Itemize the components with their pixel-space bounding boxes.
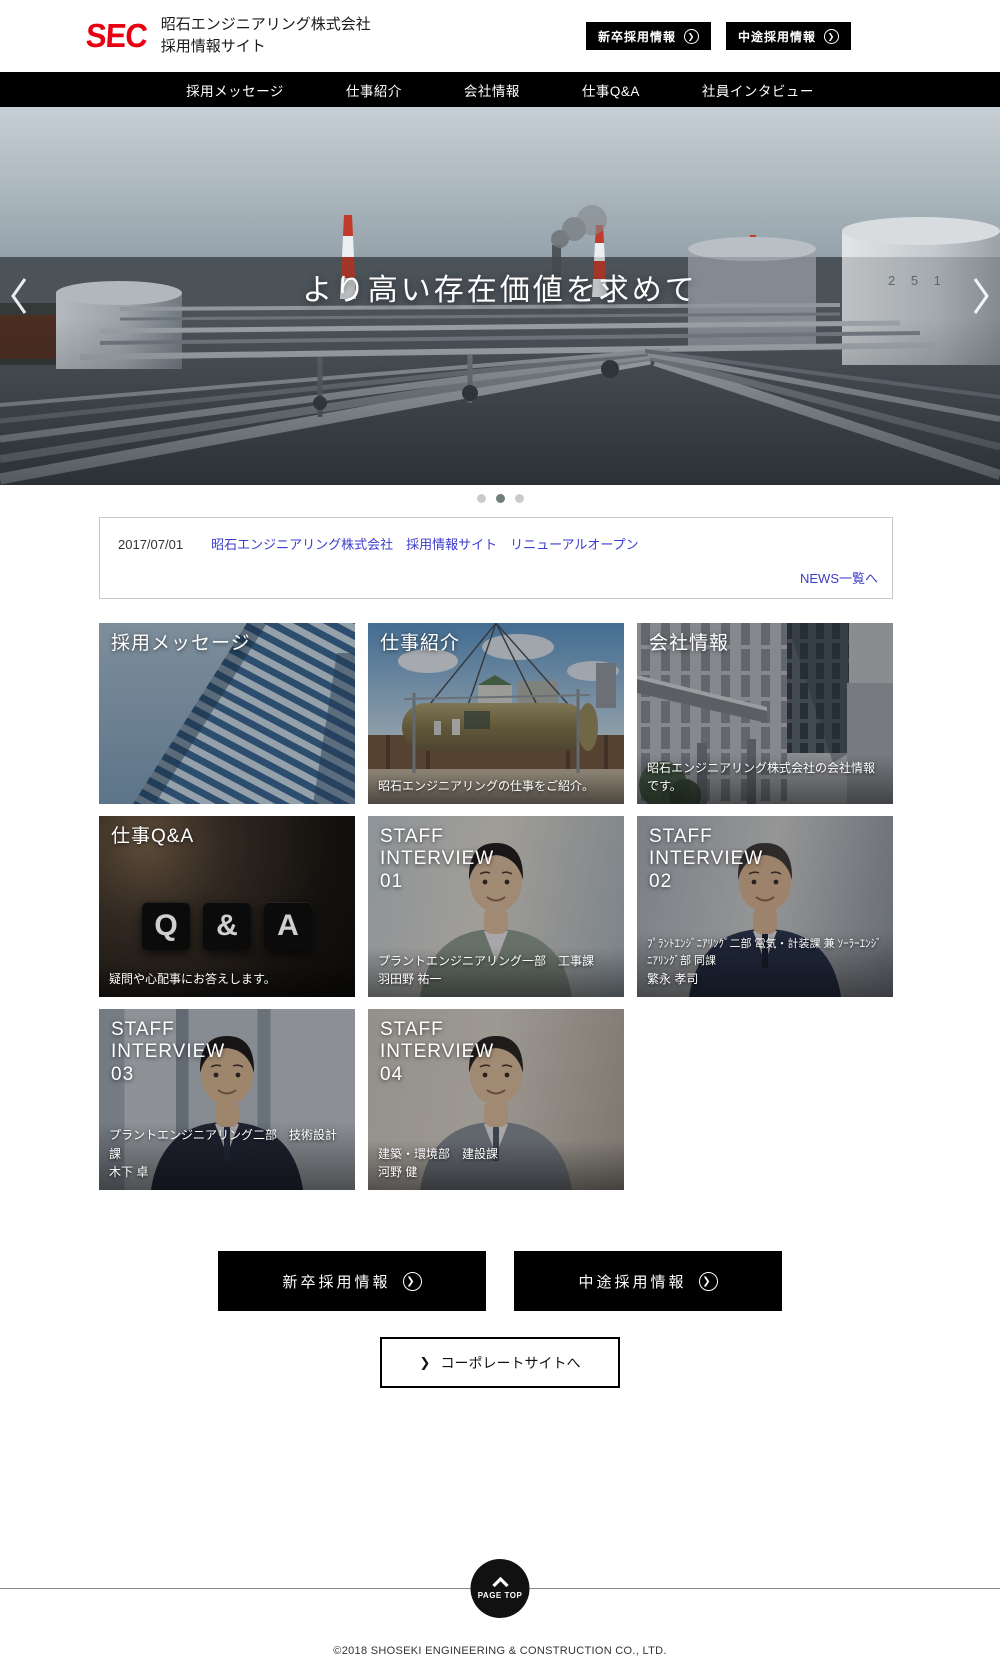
staff-title-line2: INTERVIEW xyxy=(111,1041,226,1063)
site-header: SEC 昭石エンジニアリング株式会社 採用情報サイト 新卒採用情報 ❯ 中途採用… xyxy=(0,0,1000,72)
site-title-line1: 昭石エンジニアリング株式会社 xyxy=(160,16,371,34)
site-title-line2: 採用情報サイト xyxy=(160,38,266,55)
nav-item-company-info[interactable]: 会社情報 xyxy=(464,80,520,100)
carousel-dot-1[interactable] xyxy=(476,494,486,503)
carousel-dot-2-active[interactable] xyxy=(495,494,505,503)
circle-arrow-icon: ❯ xyxy=(698,1271,718,1291)
card-recruit-message[interactable]: 採用メッセージ xyxy=(99,623,355,804)
hero-carousel: 2 5 1 より高い存在価値を求めて xyxy=(0,107,1000,485)
card-title: STAFF INTERVIEW 04 xyxy=(380,1019,494,1086)
staff-name: 羽田野 祐一 xyxy=(378,972,442,987)
circle-arrow-icon: ❯ xyxy=(402,1271,422,1291)
card-caption: 疑問や心配事にお答えします。 xyxy=(99,965,355,997)
news-date: 2017/07/01 xyxy=(118,537,184,552)
header-cta-group: 新卒採用情報 ❯ 中途採用情報 ❯ xyxy=(585,22,851,50)
staff-department: プラントエンジニアリング一部 工事課 xyxy=(378,953,595,968)
card-title: STAFF INTERVIEW 01 xyxy=(380,826,494,893)
card-caption-text: 昭石エンジニアリング株式会社の会社情報です。 xyxy=(647,760,876,794)
card-title: 採用メッセージ xyxy=(111,633,251,654)
card-company-info[interactable]: 会社情報 昭石エンジニアリング株式会社の会社情報です。 xyxy=(637,623,893,804)
staff-name: 河野 健 xyxy=(378,1165,418,1180)
carousel-next-arrow-icon[interactable] xyxy=(968,272,994,320)
corporate-site-button[interactable]: ❯ コーポレートサイトへ xyxy=(380,1337,620,1388)
card-title: 仕事Q&A xyxy=(111,826,195,847)
card-job-qa[interactable]: Q & A 仕事Q&A 疑問や心配事にお答えします。 xyxy=(99,816,355,997)
corporate-link-row: ❯ コーポレートサイトへ xyxy=(0,1337,1000,1388)
corporate-site-label: コーポレートサイトへ xyxy=(440,1354,581,1371)
hero-slogan: より高い存在価値を求めて xyxy=(302,274,698,307)
card-staff-interview-02[interactable]: STAFF INTERVIEW 02 ﾌﾟﾗﾝﾄｴﾝｼﾞﾆｱﾘﾝｸﾞ二部 電気・… xyxy=(637,816,893,997)
card-caption: プラントエンジニアリング二部 技術設計課 木下 卓 xyxy=(99,1121,355,1190)
staff-title-line3: 01 xyxy=(380,870,404,892)
bottom-cta-row: 新卒採用情報 ❯ 中途採用情報 ❯ xyxy=(0,1251,1000,1311)
mid-career-recruit-label: 中途採用情報 xyxy=(578,1273,687,1291)
card-title: 会社情報 xyxy=(649,633,730,654)
nav-item-staff-interview[interactable]: 社員インタビュー xyxy=(702,80,814,100)
staff-name: 繁永 孝司 xyxy=(647,972,699,987)
circle-arrow-icon: ❯ xyxy=(683,28,699,44)
new-grad-recruit-big-button[interactable]: 新卒採用情報 ❯ xyxy=(218,1251,486,1311)
staff-title-line1: STAFF xyxy=(111,1019,175,1040)
staff-title-line1: STAFF xyxy=(649,826,713,847)
carousel-prev-arrow-icon[interactable] xyxy=(6,272,32,320)
card-title: STAFF INTERVIEW 03 xyxy=(111,1019,225,1086)
staff-title-line3: 04 xyxy=(380,1063,404,1085)
content-card-grid: 採用メッセージ 仕事紹介 昭石エンジニアリングの仕事をご紹介。 会社情報 昭石エ… xyxy=(99,623,893,1190)
new-grad-recruit-label: 新卒採用情報 xyxy=(597,29,676,44)
card-title: STAFF INTERVIEW 02 xyxy=(649,826,763,893)
card-title: 仕事紹介 xyxy=(380,633,461,654)
card-caption-text: 疑問や心配事にお答えします。 xyxy=(109,972,276,987)
staff-title-line1: STAFF xyxy=(380,1019,444,1040)
site-footer: ©2018 SHOSEKI ENGINEERING & CONSTRUCTION… xyxy=(0,1645,1000,1657)
page-top-label: PAGE TOP xyxy=(477,1591,523,1600)
copyright-text: ©2018 SHOSEKI ENGINEERING & CONSTRUCTION… xyxy=(333,1645,667,1657)
staff-title-line2: INTERVIEW xyxy=(649,848,764,870)
pagetop-band: PAGE TOP xyxy=(0,1559,1000,1618)
card-staff-interview-04[interactable]: STAFF INTERVIEW 04 建築・環境部 建設課 河野 健 xyxy=(368,1009,624,1190)
staff-department: 建築・環境部 建設課 xyxy=(378,1146,499,1161)
card-staff-interview-03[interactable]: STAFF INTERVIEW 03 プラントエンジニアリング二部 技術設計課 … xyxy=(99,1009,355,1190)
nav-item-recruit-message[interactable]: 採用メッセージ xyxy=(186,80,284,100)
carousel-dots xyxy=(0,494,1000,503)
carousel-dot-3[interactable] xyxy=(514,494,524,503)
staff-department: ﾌﾟﾗﾝﾄｴﾝｼﾞﾆｱﾘﾝｸﾞ二部 電気・計装課 兼 ｿｰﾗｰｴﾝｼﾞﾆｱﾘﾝｸ… xyxy=(647,938,882,968)
new-grad-recruit-button[interactable]: 新卒採用情報 ❯ xyxy=(585,22,711,50)
nav-item-job-qa[interactable]: 仕事Q&A xyxy=(582,80,640,100)
mid-career-recruit-big-button[interactable]: 中途採用情報 ❯ xyxy=(514,1251,782,1311)
card-job-intro[interactable]: 仕事紹介 昭石エンジニアリングの仕事をご紹介。 xyxy=(368,623,624,804)
new-grad-recruit-label: 新卒採用情報 xyxy=(282,1273,391,1291)
card-caption: プラントエンジニアリング一部 工事課 羽田野 祐一 xyxy=(368,946,624,997)
news-list-link[interactable]: NEWS一覧へ xyxy=(800,568,878,587)
circle-arrow-icon: ❯ xyxy=(824,28,839,44)
page-top-button[interactable]: PAGE TOP xyxy=(470,1559,530,1618)
staff-name: 木下 卓 xyxy=(109,1165,149,1180)
sec-logo[interactable]: SEC xyxy=(85,17,148,56)
staff-title-line2: INTERVIEW xyxy=(380,1041,495,1063)
mid-career-recruit-button[interactable]: 中途採用情報 ❯ xyxy=(725,22,851,50)
chevron-up-icon xyxy=(491,1577,509,1587)
mid-career-recruit-label: 中途採用情報 xyxy=(737,29,816,44)
card-caption: 昭石エンジニアリングの仕事をご紹介。 xyxy=(368,772,624,804)
news-box: 2017/07/01 昭石エンジニアリング株式会社 採用情報サイト リニューアル… xyxy=(99,517,893,599)
card-caption: 昭石エンジニアリング株式会社の会社情報です。 xyxy=(637,753,893,804)
staff-title-line3: 02 xyxy=(649,870,673,892)
card-caption-text: 昭石エンジニアリングの仕事をご紹介。 xyxy=(378,779,595,794)
card-caption: ﾌﾟﾗﾝﾄｴﾝｼﾞﾆｱﾘﾝｸﾞ二部 電気・計装課 兼 ｿｰﾗｰｴﾝｼﾞﾆｱﾘﾝｸ… xyxy=(637,931,893,997)
staff-department: プラントエンジニアリング二部 技術設計課 xyxy=(109,1128,338,1161)
news-headline-link[interactable]: 昭石エンジニアリング株式会社 採用情報サイト リニューアルオープン xyxy=(211,534,639,553)
chevron-right-icon: ❯ xyxy=(419,1354,431,1370)
site-title: 昭石エンジニアリング株式会社 採用情報サイト xyxy=(161,14,371,58)
staff-title-line3: 03 xyxy=(111,1063,135,1085)
staff-title-line2: INTERVIEW xyxy=(380,848,495,870)
main-nav: 採用メッセージ 仕事紹介 会社情報 仕事Q&A 社員インタビュー xyxy=(0,72,1000,107)
nav-item-job-intro[interactable]: 仕事紹介 xyxy=(346,80,402,100)
card-staff-interview-01[interactable]: STAFF INTERVIEW 01 プラントエンジニアリング一部 工事課 羽田… xyxy=(368,816,624,997)
card-caption: 建築・環境部 建設課 河野 健 xyxy=(368,1139,624,1190)
news-row: 2017/07/01 昭石エンジニアリング株式会社 採用情報サイト リニューアル… xyxy=(118,534,874,553)
staff-title-line1: STAFF xyxy=(380,826,444,847)
